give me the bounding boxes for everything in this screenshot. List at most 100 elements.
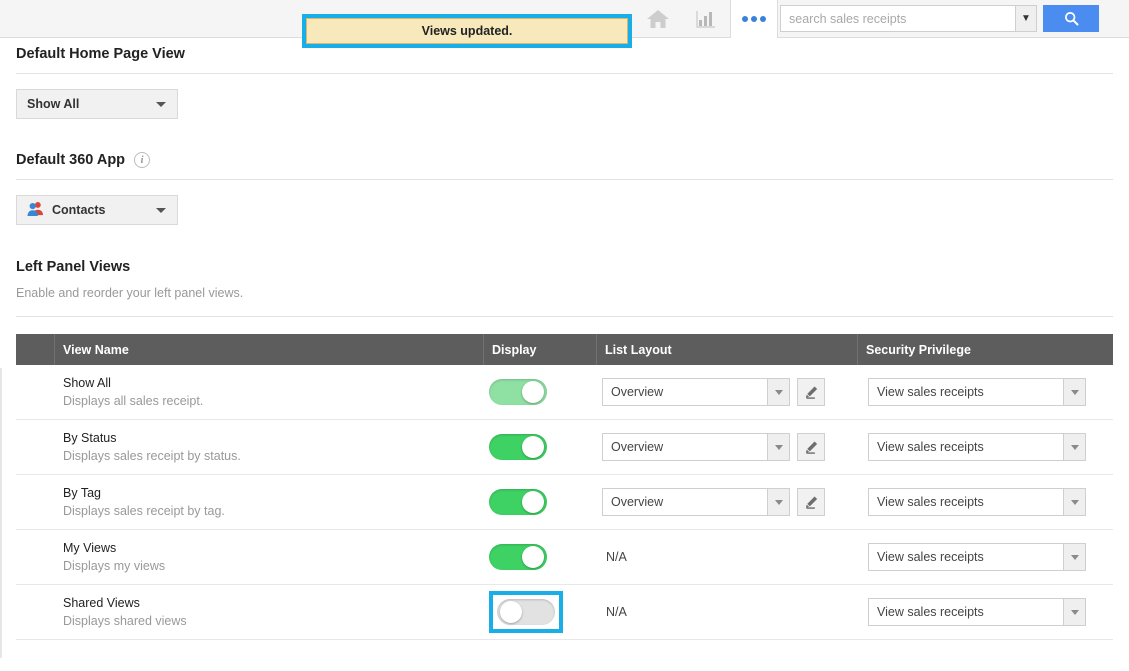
search-bar: ▼ — [780, 5, 1099, 32]
security-privilege-cell: View sales receipts — [858, 530, 1113, 584]
toggle-knob — [522, 546, 544, 568]
view-name: By Status — [63, 430, 117, 445]
list-layout-cell: Overview — [597, 420, 858, 474]
row-drag-handle[interactable] — [16, 475, 55, 529]
security-privilege-value: View sales receipts — [877, 440, 984, 454]
security-privilege-select[interactable]: View sales receipts — [868, 378, 1086, 406]
display-toggle[interactable] — [497, 599, 555, 625]
table-header-list-layout: List Layout — [597, 334, 858, 365]
security-privilege-value: View sales receipts — [877, 495, 984, 509]
contacts-icon — [27, 201, 44, 219]
chevron-down-icon — [767, 434, 789, 460]
ellipsis-icon[interactable] — [730, 0, 778, 38]
table-row: My Views Displays my views N/A View sales r… — [16, 530, 1113, 585]
pencil-icon[interactable] — [797, 433, 825, 461]
list-layout-value: Overview — [611, 440, 664, 454]
search-button[interactable] — [1043, 5, 1099, 32]
default-home-view-dropdown[interactable]: Show All — [16, 89, 178, 119]
toggle-knob — [522, 491, 544, 513]
display-toggle[interactable] — [489, 489, 547, 515]
default-360-app-value: Contacts — [52, 203, 106, 217]
view-description: Displays shared views — [63, 613, 187, 628]
row-drag-handle[interactable] — [16, 530, 55, 584]
home-icon[interactable] — [634, 0, 682, 37]
security-privilege-select[interactable]: View sales receipts — [868, 433, 1086, 461]
security-privilege-select[interactable]: View sales receipts — [868, 543, 1086, 571]
list-layout-cell: N/A — [597, 530, 858, 584]
display-toggle[interactable] — [489, 434, 547, 460]
chevron-down-icon — [156, 102, 166, 107]
table-header-display: Display — [484, 334, 597, 365]
list-layout-cell: N/A — [597, 585, 858, 639]
view-description: Displays all sales receipt. — [63, 393, 204, 408]
view-name-cell: My Views Displays my views — [55, 530, 484, 584]
view-description: Displays sales receipt by tag. — [63, 503, 225, 518]
table-header-security-privilege: Security Privilege — [866, 342, 971, 357]
section-title-text: Default Home Page View — [16, 46, 185, 62]
table-header-row: View Name Display List Layout Security P… — [16, 334, 1113, 365]
table-row: Show All Displays all sales receipt. Overv… — [16, 365, 1113, 420]
view-name-cell: Shared Views Displays shared views — [55, 585, 484, 639]
section-title-text: Default 360 App — [16, 152, 126, 168]
chevron-down-icon[interactable]: ▼ — [1015, 5, 1037, 32]
row-left-accent — [0, 368, 2, 658]
table-body: Show All Displays all sales receipt. Overv… — [16, 365, 1113, 640]
search-input[interactable] — [780, 5, 1015, 32]
section-title-text: Left Panel Views — [16, 259, 131, 275]
display-toggle-cell — [484, 530, 597, 584]
default-360-app-dropdown[interactable]: Contacts — [16, 195, 178, 225]
view-name-cell: By Status Displays sales receipt by statu… — [55, 420, 484, 474]
table-row: Shared Views Displays shared views N/A View… — [16, 585, 1113, 640]
security-privilege-cell: View sales receipts — [858, 420, 1113, 474]
list-layout-select[interactable]: Overview — [602, 433, 790, 461]
chevron-down-icon — [1063, 434, 1085, 460]
pencil-icon[interactable] — [797, 378, 825, 406]
security-privilege-cell: View sales receipts — [858, 585, 1113, 639]
view-description: Displays sales receipt by status. — [63, 448, 241, 463]
display-toggle[interactable] — [489, 544, 547, 570]
chevron-down-icon — [1063, 599, 1085, 625]
security-privilege-value: View sales receipts — [877, 550, 984, 564]
left-panel-description: Enable and reorder your left panel views… — [16, 286, 244, 300]
page-title-left-panel-views: Left Panel Views — [0, 259, 1129, 275]
list-layout-value: N/A — [606, 550, 627, 564]
list-layout-value: N/A — [606, 605, 627, 619]
table-row: By Status Displays sales receipt by statu… — [16, 420, 1113, 475]
status-banner-text: Views updated. — [421, 24, 513, 38]
row-drag-handle[interactable] — [16, 585, 55, 639]
display-toggle-cell — [484, 585, 597, 639]
info-icon[interactable]: i — [134, 152, 151, 168]
default-home-view-value: Show All — [27, 97, 80, 111]
display-toggle[interactable] — [489, 379, 547, 405]
toggle-knob — [522, 381, 544, 403]
divider — [16, 316, 1113, 317]
display-toggle-cell — [484, 420, 597, 474]
toggle-knob — [500, 601, 522, 623]
chevron-down-icon — [767, 379, 789, 405]
chevron-down-icon — [1063, 379, 1085, 405]
list-layout-value: Overview — [611, 495, 664, 509]
view-description: Displays my views — [63, 558, 166, 573]
views-table: View Name Display List Layout Security P… — [16, 334, 1113, 640]
view-name: Show All — [63, 375, 111, 390]
security-privilege-cell: View sales receipts — [858, 475, 1113, 529]
bar-chart-icon[interactable] — [682, 0, 730, 37]
list-layout-cell: Overview — [597, 475, 858, 529]
toolbar-icon-group — [634, 0, 778, 38]
settings-page: Default Home Page View Show All Default … — [0, 38, 1129, 640]
list-layout-select[interactable]: Overview — [602, 378, 790, 406]
table-row: By Tag Displays sales receipt by tag. Over… — [16, 475, 1113, 530]
pencil-icon[interactable] — [797, 488, 825, 516]
row-drag-handle[interactable] — [16, 365, 55, 419]
chevron-down-icon — [1063, 489, 1085, 515]
toggle-knob — [522, 436, 544, 458]
chevron-down-icon — [156, 208, 166, 213]
page-title-home-view: Default Home Page View — [0, 46, 1129, 62]
security-privilege-select[interactable]: View sales receipts — [868, 488, 1086, 516]
security-privilege-select[interactable]: View sales receipts — [868, 598, 1086, 626]
view-name: By Tag — [63, 485, 101, 500]
view-name: My Views — [63, 540, 117, 555]
list-layout-select[interactable]: Overview — [602, 488, 790, 516]
view-name: Shared Views — [63, 595, 140, 610]
row-drag-handle[interactable] — [16, 420, 55, 474]
